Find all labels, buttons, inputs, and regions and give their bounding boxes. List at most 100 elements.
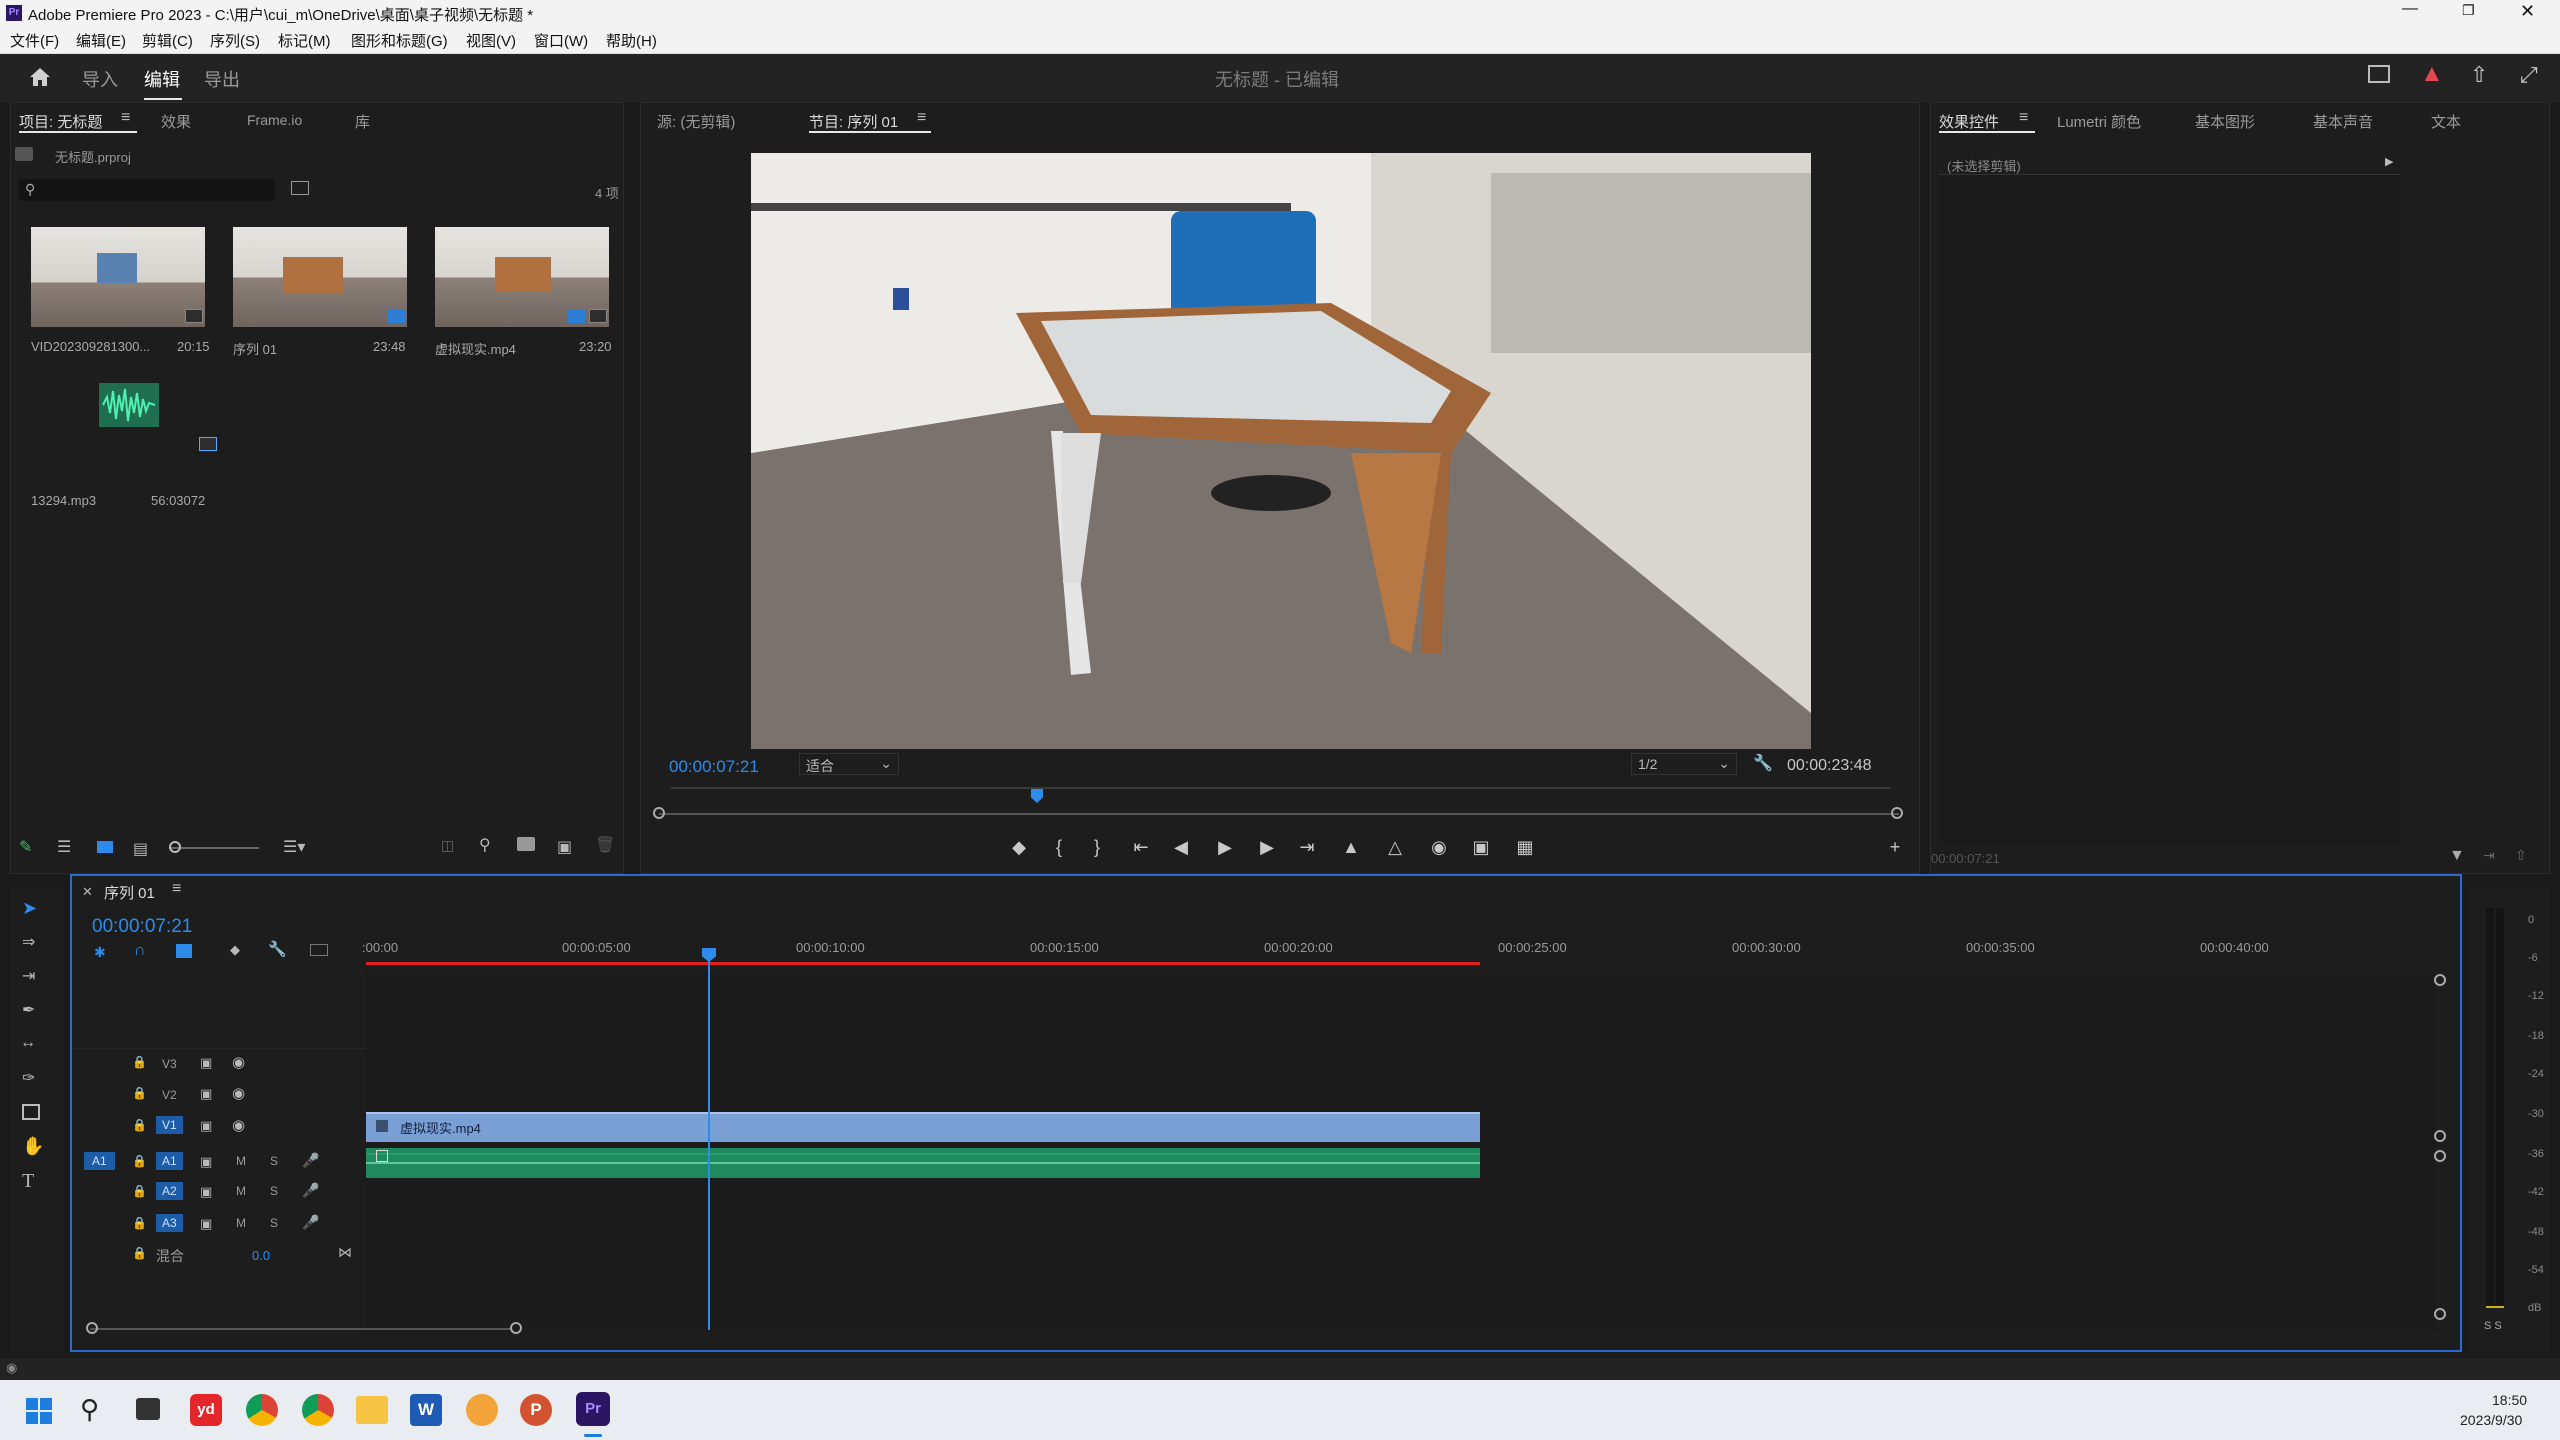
zoom-bar-right-handle[interactable] bbox=[1891, 807, 1903, 819]
vertical-zoom-handle[interactable] bbox=[2434, 1150, 2446, 1162]
mute-button[interactable]: M bbox=[236, 1184, 246, 1198]
microphone-icon[interactable]: 🎤 bbox=[302, 1152, 319, 1169]
hand-tool-icon[interactable]: ✋ bbox=[22, 1136, 44, 1157]
work-area-bar[interactable] bbox=[366, 962, 1480, 965]
nest-toggle-icon[interactable]: ✱ bbox=[94, 944, 106, 961]
audio-clip[interactable] bbox=[366, 1148, 1480, 1178]
tab-edit[interactable]: 编辑 bbox=[144, 66, 180, 92]
extract-icon[interactable]: △ bbox=[1381, 833, 1409, 861]
export-only-icon[interactable]: ⇥ bbox=[2483, 847, 2495, 864]
rectangle-tool-icon[interactable] bbox=[22, 1104, 40, 1120]
step-back-icon[interactable]: ◀ bbox=[1167, 833, 1195, 861]
share-icon[interactable]: ⇧ bbox=[2470, 62, 2488, 88]
tab-essential-graphics[interactable]: 基本图形 bbox=[2195, 111, 2255, 132]
program-current-timecode[interactable]: 00:00:07:21 bbox=[669, 757, 759, 777]
program-playhead[interactable] bbox=[1031, 789, 1043, 803]
lock-icon[interactable]: 🔒 bbox=[132, 1154, 147, 1168]
snap-icon[interactable]: ∩ bbox=[134, 942, 146, 960]
menu-marker[interactable]: 标记(M) bbox=[278, 30, 331, 51]
project-item-sequence[interactable] bbox=[233, 227, 407, 327]
pen-tool-icon[interactable]: ✑ bbox=[22, 1068, 35, 1088]
premiere-taskbar-icon[interactable]: Pr bbox=[576, 1392, 610, 1426]
list-view-icon[interactable]: ☰ bbox=[57, 837, 71, 857]
panel-menu-icon[interactable]: ≡ bbox=[2019, 109, 2028, 127]
eye-icon[interactable]: ◉ bbox=[232, 1084, 245, 1102]
go-to-out-icon[interactable]: ⇥ bbox=[1293, 833, 1321, 861]
add-marker-icon[interactable]: ◆ bbox=[230, 942, 240, 958]
tab-export[interactable]: 导出 bbox=[204, 66, 240, 92]
resolution-dropdown[interactable]: 1/2 ⌄ bbox=[1631, 753, 1737, 775]
close-tab-icon[interactable]: ✕ bbox=[82, 884, 93, 900]
track-select-tool-icon[interactable]: ⇒ bbox=[22, 932, 35, 952]
go-to-end-icon[interactable]: ⋈ bbox=[338, 1244, 352, 1261]
automate-icon[interactable]: ◫ bbox=[441, 837, 454, 854]
go-to-in-icon[interactable]: ⇤ bbox=[1127, 833, 1155, 861]
track-label[interactable]: A2 bbox=[156, 1182, 183, 1200]
fit-dropdown[interactable]: 适合 ⌄ bbox=[799, 753, 899, 775]
home-icon[interactable] bbox=[28, 66, 52, 88]
panel-menu-icon[interactable]: ≡ bbox=[917, 109, 926, 127]
razor-tool-icon[interactable]: ✒ bbox=[22, 1000, 35, 1020]
panel-menu-icon[interactable]: ≡ bbox=[172, 880, 181, 898]
tab-sequence[interactable]: 序列 01 bbox=[104, 882, 155, 903]
new-bin-icon[interactable] bbox=[517, 837, 535, 851]
youdao-icon[interactable]: yd bbox=[190, 1394, 222, 1426]
menu-edit[interactable]: 编辑(E) bbox=[76, 30, 126, 51]
program-time-ruler[interactable] bbox=[671, 787, 1891, 789]
workspace-panel-icon[interactable] bbox=[2368, 65, 2390, 83]
powerpoint-icon[interactable]: P bbox=[520, 1394, 552, 1426]
tab-essential-sound[interactable]: 基本声音 bbox=[2313, 111, 2373, 132]
settings-wrench-icon[interactable]: 🔧 bbox=[1753, 753, 1773, 773]
lock-icon[interactable]: 🔒 bbox=[132, 1216, 147, 1230]
menu-file[interactable]: 文件(F) bbox=[10, 30, 59, 51]
fullscreen-icon[interactable]: ⤢ bbox=[2520, 62, 2538, 88]
play-triangle-icon[interactable]: ▶ bbox=[2385, 155, 2393, 168]
slip-tool-icon[interactable]: ↔ bbox=[20, 1034, 36, 1052]
horizontal-scrollbar[interactable] bbox=[90, 1328, 510, 1330]
lock-icon[interactable]: 🔒 bbox=[132, 1118, 147, 1132]
tab-effect-controls[interactable]: 效果控件 bbox=[1939, 111, 1999, 132]
tab-text[interactable]: 文本 bbox=[2431, 111, 2461, 132]
minimize-icon[interactable]: — bbox=[2402, 0, 2418, 18]
timeline-settings-icon[interactable]: 🔧 bbox=[268, 940, 287, 958]
video-clip[interactable]: 虚拟现实.mp4 bbox=[366, 1112, 1480, 1142]
microphone-icon[interactable]: 🎤 bbox=[302, 1182, 319, 1199]
chrome-icon[interactable] bbox=[302, 1394, 334, 1426]
zoom-bar-left-handle[interactable] bbox=[653, 807, 665, 819]
clock-date[interactable]: 2023/9/30 bbox=[2460, 1412, 2522, 1428]
track-label[interactable]: A3 bbox=[156, 1214, 183, 1232]
mark-in-icon[interactable]: { bbox=[1045, 833, 1073, 861]
sync-lock-icon[interactable]: ▣ bbox=[200, 1118, 212, 1134]
close-icon[interactable]: ✕ bbox=[2520, 1, 2535, 22]
scrollbar-right-handle[interactable] bbox=[510, 1322, 522, 1334]
solo-button[interactable]: S bbox=[270, 1184, 278, 1198]
export-clip-icon[interactable]: ⇧ bbox=[2515, 847, 2527, 864]
panel-menu-icon[interactable]: ≡ bbox=[121, 109, 130, 127]
solo-button[interactable]: S bbox=[270, 1154, 278, 1168]
blender-icon[interactable] bbox=[466, 1394, 498, 1426]
track-label[interactable]: V2 bbox=[162, 1088, 177, 1102]
sync-lock-icon[interactable]: ▣ bbox=[200, 1086, 212, 1102]
sync-lock-icon[interactable]: ▣ bbox=[200, 1216, 212, 1232]
track-label[interactable]: V3 bbox=[162, 1057, 177, 1071]
step-forward-icon[interactable]: ▶ bbox=[1253, 833, 1281, 861]
lock-icon[interactable]: 🔒 bbox=[132, 1086, 147, 1100]
timeline-ruler[interactable]: :00:00 00:00:05:00 00:00:10:00 00:00:15:… bbox=[362, 932, 2436, 968]
scrollbar-left-handle[interactable] bbox=[86, 1322, 98, 1334]
track-label[interactable]: A1 bbox=[156, 1152, 183, 1170]
vertical-zoom-handle[interactable] bbox=[2434, 1308, 2446, 1320]
mark-out-icon[interactable]: } bbox=[1083, 833, 1111, 861]
tab-lumetri[interactable]: Lumetri 颜色 bbox=[2057, 111, 2141, 132]
captions-icon[interactable] bbox=[310, 944, 328, 956]
play-icon[interactable]: ▶ bbox=[1211, 833, 1239, 861]
menu-help[interactable]: 帮助(H) bbox=[606, 30, 657, 51]
ripple-edit-tool-icon[interactable]: ⇥ bbox=[22, 966, 35, 986]
eye-icon[interactable]: ◉ bbox=[232, 1053, 245, 1071]
menu-window[interactable]: 窗口(W) bbox=[534, 30, 588, 51]
tab-import[interactable]: 导入 bbox=[82, 66, 118, 92]
eye-icon[interactable]: ◉ bbox=[232, 1116, 245, 1134]
menu-view[interactable]: 视图(V) bbox=[466, 30, 516, 51]
tab-source[interactable]: 源: (无剪辑) bbox=[657, 111, 735, 132]
vertical-zoom-handle[interactable] bbox=[2434, 1130, 2446, 1142]
menu-graphics[interactable]: 图形和标题(G) bbox=[351, 30, 448, 51]
